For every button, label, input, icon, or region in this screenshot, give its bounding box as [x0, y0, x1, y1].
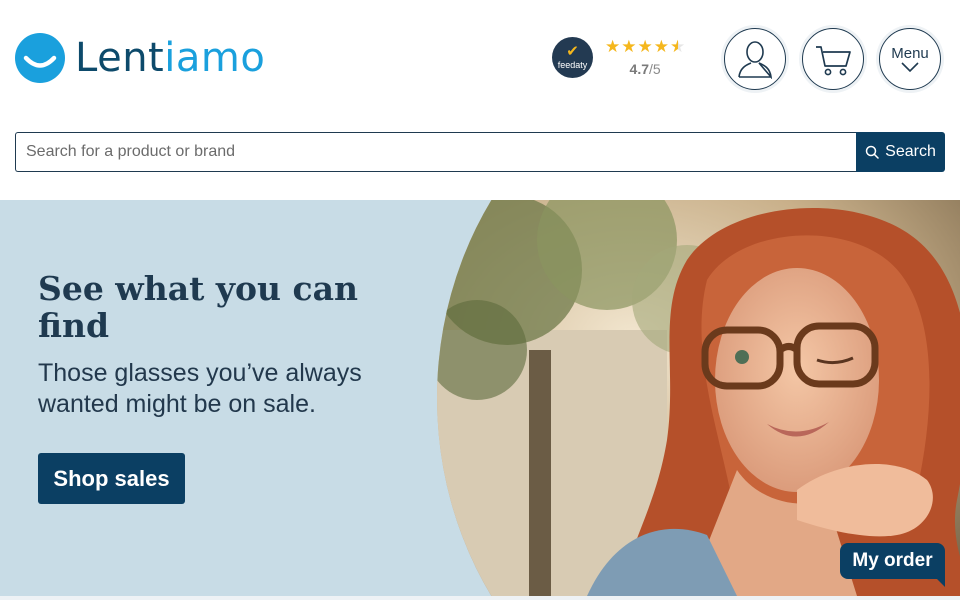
page-divider	[0, 596, 960, 600]
star-icon: ★	[653, 37, 669, 56]
feedaty-rating[interactable]: ✔ feedaty ★ ★ ★ ★ ★ 4.7/5	[552, 37, 685, 78]
star-icon: ★	[637, 37, 653, 56]
hero-text: See what you can find Those glasses you’…	[38, 270, 418, 420]
hero-banner: See what you can find Those glasses you’…	[0, 200, 960, 596]
account-button[interactable]	[724, 28, 786, 90]
smile-logo-icon	[15, 33, 65, 83]
star-icon: ★	[605, 37, 621, 56]
checkmark-icon: ✔	[566, 43, 579, 60]
search-button[interactable]: Search	[856, 132, 945, 172]
search-icon	[865, 145, 879, 159]
feedaty-badge-icon: ✔ feedaty	[552, 37, 593, 78]
menu-button[interactable]: Menu	[879, 28, 941, 90]
shop-sales-button[interactable]: Shop sales	[38, 453, 185, 504]
star-icon: ★	[621, 37, 637, 56]
search-bar: Search	[15, 132, 945, 172]
cart-icon	[816, 46, 851, 76]
search-input[interactable]	[15, 132, 856, 172]
hero-subtitle: Those glasses you’ve always wanted might…	[38, 359, 362, 418]
menu-label: Menu	[891, 45, 929, 62]
feedaty-badge-label: feedaty	[557, 60, 588, 70]
cart-button[interactable]	[802, 28, 864, 90]
logo-wordmark: Lentiamo	[75, 35, 266, 81]
site-header: Lentiamo ✔ feedaty ★ ★ ★ ★ ★ 4.7/5 Menu	[0, 0, 960, 115]
rating-score: 4.7/5	[629, 61, 661, 77]
user-icon	[738, 41, 773, 79]
hero-title: See what you can find	[38, 269, 358, 345]
my-order-bubble-tail	[933, 575, 945, 587]
half-star-icon: ★	[670, 37, 686, 56]
rating-stars: ★ ★ ★ ★ ★	[605, 38, 685, 55]
search-button-label: Search	[885, 143, 936, 160]
lentiamo-logo[interactable]: Lentiamo	[15, 33, 265, 83]
hero-woman-with-glasses-image	[437, 200, 960, 596]
my-order-button[interactable]: My order	[840, 543, 945, 579]
chevron-down-icon	[901, 62, 919, 72]
